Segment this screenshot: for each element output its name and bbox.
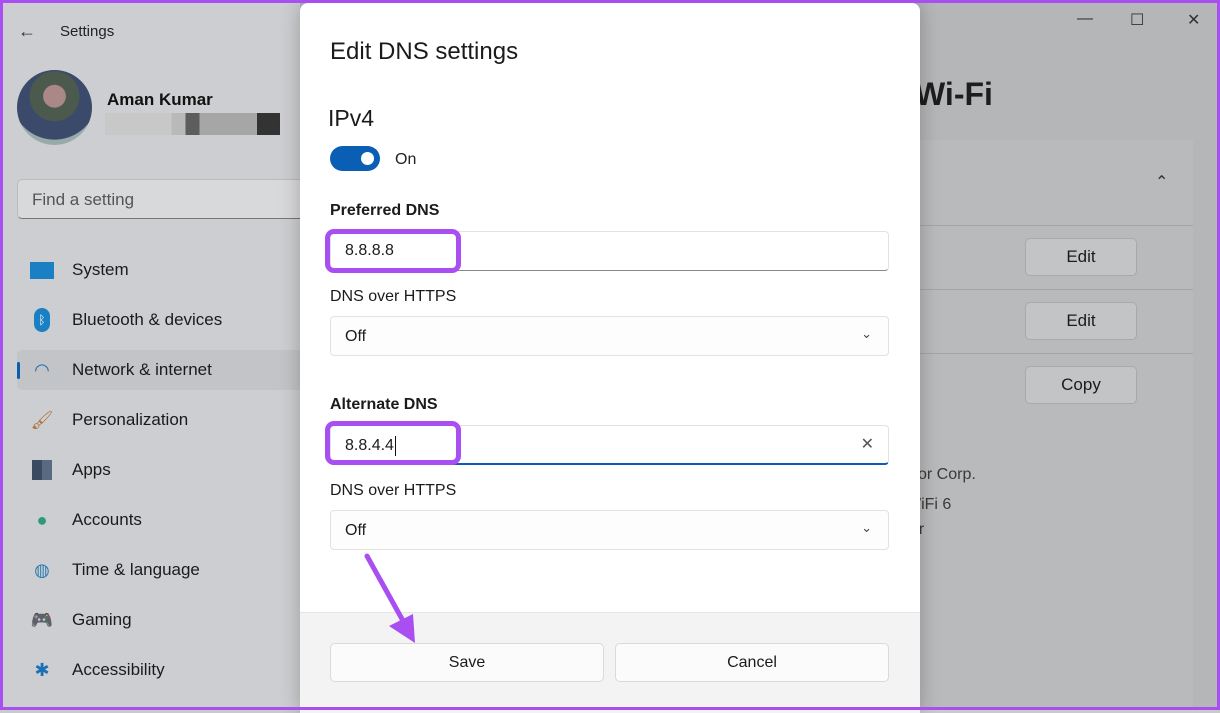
chevron-down-icon: ⌄ [861,326,872,341]
apps-icon [29,459,55,481]
sidebar-item-label: Apps [72,460,111,479]
sidebar-item-label: Accounts [72,510,142,529]
preferred-dns-label: Preferred DNS [330,202,440,219]
section-heading: IPv4 [328,105,375,131]
globe-clock-icon: ◍ [34,559,50,580]
sidebar-item-accessibility[interactable]: ✱ Accessibility [17,650,307,690]
app-title: Settings [60,23,115,40]
sidebar-item-label: Personalization [72,410,189,429]
brush-icon: 🖌 [30,409,54,430]
select-value: Off [345,522,367,539]
wifi-icon: ◠ [34,359,50,380]
select-value: Off [345,328,367,345]
sidebar-item-label: Time & language [72,560,200,579]
divider [900,353,1193,354]
annotation-arrow-icon [364,553,415,643]
sidebar-item-gaming[interactable]: 🎮 Gaming [17,600,307,640]
accessibility-icon: ✱ [34,659,50,680]
chevron-down-icon: ⌄ [861,520,872,535]
divider [900,225,1193,226]
sidebar-item-bluetooth[interactable]: ᛒ Bluetooth & devices [17,300,307,340]
page-title: Wi-Fi [915,76,993,112]
sidebar-item-time-language[interactable]: ◍ Time & language [17,550,307,590]
sidebar-item-personalization[interactable]: 🖌 Personalization [17,400,307,440]
minimize-icon[interactable]: — [1077,10,1093,28]
preferred-doh-select[interactable]: Off ⌄ [330,316,889,356]
maximize-icon[interactable]: ☐ [1130,10,1144,30]
doh-label: DNS over HTTPS [330,288,457,305]
person-icon: ● [36,509,48,530]
sidebar-item-apps[interactable]: Apps [17,450,307,490]
edit-button[interactable]: Edit [1025,302,1137,340]
alternate-dns-label: Alternate DNS [330,396,438,413]
cancel-button[interactable]: Cancel [615,643,889,682]
copy-button[interactable]: Copy [1025,366,1137,404]
sidebar-item-label: Bluetooth & devices [72,310,223,329]
sidebar: ← Settings Aman Kumar Find a setting Sys… [0,0,317,710]
edit-dns-dialog: Edit DNS settings IPv4 On Preferred DNS … [300,3,920,713]
clear-icon[interactable]: ✕ [861,434,874,454]
sidebar-item-label: Accessibility [72,660,165,679]
sidebar-item-label: System [72,260,129,279]
save-button[interactable]: Save [330,643,604,682]
close-icon[interactable]: ✕ [1187,10,1200,30]
search-input[interactable]: Find a setting [17,179,317,219]
alternate-doh-select[interactable]: Off ⌄ [330,510,889,550]
ipv4-toggle[interactable] [330,146,380,171]
edit-button[interactable]: Edit [1025,238,1137,276]
back-arrow-icon[interactable]: ← [18,21,36,42]
highlight-box [325,229,461,273]
sidebar-item-network[interactable]: ◠ Network & internet [17,350,307,390]
redacted-email [105,113,280,135]
sidebar-item-label: Gaming [72,610,132,629]
highlight-box [325,421,461,465]
avatar[interactable] [17,70,92,145]
divider [900,289,1193,290]
toggle-state: On [395,151,417,168]
sidebar-item-system[interactable]: System [17,250,307,290]
gamepad-icon: 🎮 [30,609,54,630]
property-text: or Corp. [918,466,976,483]
monitor-icon [29,259,55,281]
bluetooth-icon: ᛒ [29,308,55,332]
user-name: Aman Kumar [107,90,213,109]
chevron-up-icon[interactable]: ⌃ [1155,172,1168,192]
doh-label: DNS over HTTPS [330,482,457,499]
sidebar-item-label: Network & internet [72,360,212,379]
dialog-title: Edit DNS settings [330,38,519,65]
sidebar-item-accounts[interactable]: ● Accounts [17,500,307,540]
